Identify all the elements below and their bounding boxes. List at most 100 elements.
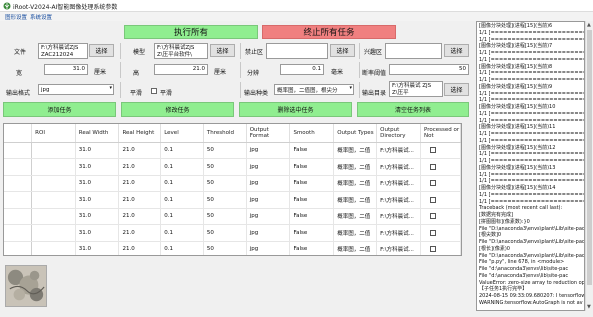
forbid-zone-select-button[interactable]: 选择	[330, 44, 355, 57]
column-header[interactable]: Output Directory	[376, 124, 422, 143]
scroll-up-icon[interactable]: ▲	[587, 22, 591, 28]
table-cell[interactable]: 31.0	[75, 224, 120, 242]
table-cell[interactable]: jpg	[246, 175, 291, 192]
output-dir-select-button[interactable]: 选择	[444, 83, 469, 96]
table-cell[interactable]	[31, 158, 76, 176]
table-cell[interactable]: 50	[203, 208, 247, 225]
table-cell[interactable]: False	[289, 224, 335, 242]
table-cell[interactable]: 50	[203, 142, 247, 159]
menu-item-graphics-settings[interactable]: 图形设置	[5, 13, 27, 21]
row-header[interactable]	[4, 158, 33, 176]
task-table[interactable]: ROI Real Width Real Height Level Thresho…	[3, 123, 462, 256]
table-cell[interactable]: F:\方科晨试...	[376, 241, 422, 255]
table-cell[interactable]: jpg	[246, 191, 291, 209]
table-cell[interactable]: 0.1	[160, 191, 204, 209]
scroll-down-icon[interactable]: ▼	[587, 304, 591, 310]
table-cell[interactable]: 31.0	[75, 208, 120, 225]
file-select-button[interactable]: 选择	[89, 44, 114, 57]
table-cell[interactable]: F:\方科晨试...	[376, 191, 422, 209]
table-cell[interactable]: 21.0	[118, 241, 162, 255]
model-path-field[interactable]: F:\方科晨试ZJS Z\压平台软件\	[154, 43, 208, 59]
table-cell[interactable]: 0.1	[160, 208, 204, 225]
table-cell[interactable]: False	[289, 142, 335, 159]
table-cell[interactable]: 31.0	[75, 241, 120, 255]
table-row[interactable]: 31.0 21.0 0.1 50 jpg False 概率图，二值 F:\方科晨试...	[4, 142, 461, 159]
column-header[interactable]: Processed or Not	[420, 124, 461, 143]
file-path-field[interactable]: F:\方科晨试ZJS ZAC212024	[38, 43, 88, 59]
table-cell[interactable]: 31.0	[75, 142, 120, 159]
table-cell[interactable]: 50	[203, 241, 247, 255]
table-cell[interactable]: 21.0	[118, 175, 162, 192]
table-cell[interactable]	[31, 191, 76, 209]
column-header[interactable]: Output Types	[333, 124, 378, 143]
row-header[interactable]	[4, 142, 33, 159]
table-cell[interactable]: 31.0	[75, 175, 120, 192]
clear-tasks-button[interactable]: 清空任务列表	[357, 102, 469, 117]
resolution-input[interactable]: 0.1	[280, 64, 324, 75]
table-cell[interactable]: 概率图，二值	[333, 208, 378, 225]
run-all-button[interactable]: 执行所有	[124, 25, 258, 39]
row-header[interactable]	[4, 175, 33, 192]
menu-item-system-settings[interactable]: 系统设置	[30, 13, 52, 21]
table-cell[interactable]: 31.0	[75, 191, 120, 209]
table-cell[interactable]: F:\方科晨试...	[376, 142, 422, 159]
table-cell[interactable]: jpg	[246, 241, 291, 255]
model-select-button[interactable]: 选择	[210, 44, 235, 57]
output-format-select[interactable]: jpg ▾	[38, 84, 114, 95]
roi-field[interactable]	[385, 43, 442, 59]
threshold-input[interactable]: 50	[389, 64, 469, 75]
table-cell[interactable]: 21.0	[118, 158, 162, 176]
table-row[interactable]: 31.0 21.0 0.1 50 jpg False 概率图，二值 F:\方科晨试...	[4, 208, 461, 225]
output-dir-field[interactable]: F:\方科晨试 ZJS Z\压平	[389, 81, 443, 97]
table-cell[interactable]: F:\方科晨试...	[376, 158, 422, 176]
row-header[interactable]	[4, 241, 33, 255]
table-cell[interactable]	[31, 224, 76, 242]
table-cell[interactable]	[31, 175, 76, 192]
table-cell[interactable]: jpg	[246, 142, 291, 159]
table-cell[interactable]: F:\方科晨试...	[376, 224, 422, 242]
table-cell[interactable]: False	[289, 191, 335, 209]
table-cell[interactable]: 0.1	[160, 224, 204, 242]
roi-select-button[interactable]: 选择	[444, 44, 469, 57]
table-cell[interactable]: False	[289, 208, 335, 225]
processed-checkbox[interactable]	[430, 147, 437, 153]
table-cell[interactable]	[31, 208, 76, 225]
table-cell[interactable]: 概率图，二值	[333, 191, 378, 209]
output-type-select[interactable]: 概率图，二值图，根尖分 ▾	[274, 84, 354, 95]
processed-checkbox[interactable]	[430, 196, 437, 203]
table-cell[interactable]	[31, 142, 76, 159]
row-header[interactable]	[4, 208, 33, 225]
table-cell[interactable]: 21.0	[118, 208, 162, 225]
table-cell[interactable]: False	[289, 241, 335, 255]
column-header[interactable]: Real Width	[75, 124, 120, 143]
edit-task-button[interactable]: 修改任务	[121, 102, 234, 117]
table-cell[interactable]: jpg	[246, 158, 291, 176]
row-header[interactable]	[4, 224, 33, 242]
table-cell[interactable]: 0.1	[160, 175, 204, 192]
log-panel[interactable]: [图像分块处理](进程[15](当前)6 1/1 [===============…	[476, 21, 585, 311]
table-row[interactable]: 31.0 21.0 0.1 50 jpg False 概率图，二值 F:\方科晨试...	[4, 191, 461, 209]
table-cell[interactable]: 50	[203, 191, 247, 209]
table-cell[interactable]: jpg	[246, 224, 291, 242]
column-header[interactable]: ROI	[31, 124, 76, 143]
column-header[interactable]: Level	[160, 124, 204, 143]
smooth-checkbox[interactable]	[151, 88, 157, 94]
processed-checkbox[interactable]	[430, 213, 437, 219]
table-cell[interactable]: False	[289, 158, 335, 176]
table-cell[interactable]: 21.0	[118, 224, 162, 242]
processed-checkbox[interactable]	[430, 163, 437, 170]
column-header[interactable]: Threshold	[203, 124, 247, 143]
table-cell[interactable]: F:\方科晨试...	[376, 208, 422, 225]
table-cell[interactable]: 概率图，二值	[333, 241, 378, 255]
stop-all-button[interactable]: 终止所有任务	[262, 25, 396, 39]
table-cell[interactable]: 概率图，二值	[333, 175, 378, 192]
log-scrollbar[interactable]: ▲ ▼	[585, 21, 593, 311]
add-task-button[interactable]: 添加任务	[3, 102, 116, 117]
table-cell[interactable]: 31.0	[75, 158, 120, 176]
table-cell[interactable]: F:\方科晨试...	[376, 175, 422, 192]
table-cell[interactable]	[31, 241, 76, 255]
table-cell[interactable]: 50	[203, 224, 247, 242]
column-header[interactable]: Output Format	[246, 124, 291, 143]
height-input[interactable]: 21.0	[154, 64, 208, 75]
table-cell[interactable]: 50	[203, 158, 247, 176]
